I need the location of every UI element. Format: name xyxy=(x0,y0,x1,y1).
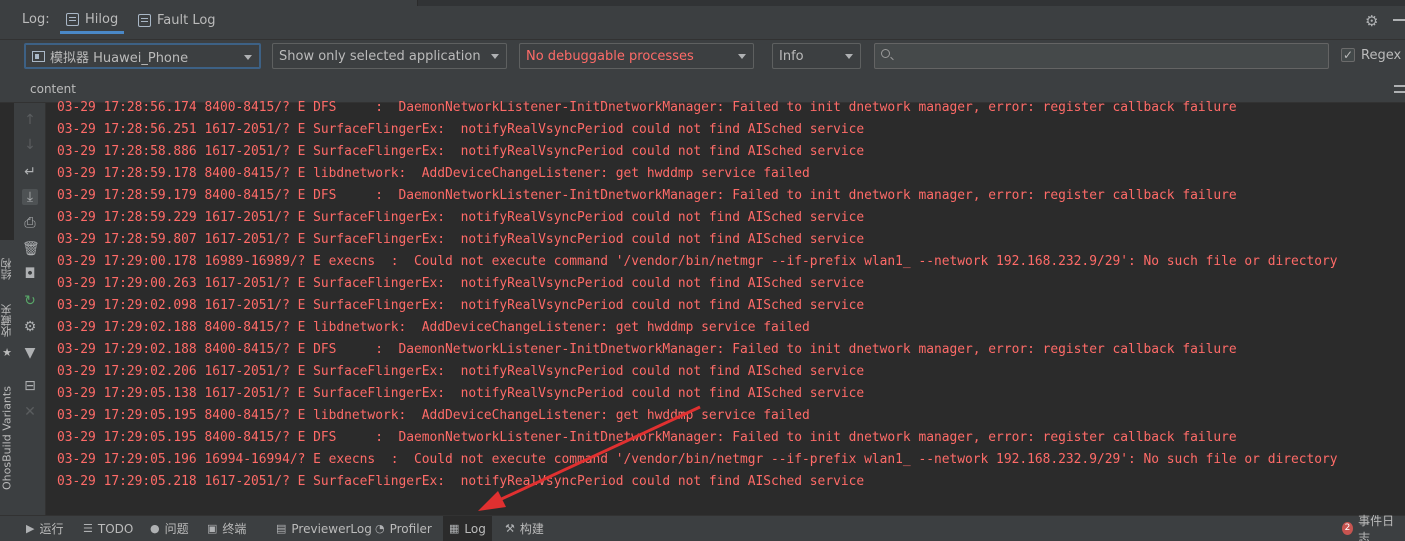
log-line: 03-29 17:29:00.178 16989-16989/? E execn… xyxy=(57,254,1338,269)
bottom-tab-label: PreviewerLog xyxy=(291,521,372,536)
bottom-tab-previewer-log[interactable]: ▤ PreviewerLog xyxy=(270,516,378,541)
log-line: 03-29 17:28:59.178 8400-8415/? E libdnet… xyxy=(57,166,810,181)
bottom-tab-problems[interactable]: ● 问题 xyxy=(144,516,195,541)
log-line: 03-29 17:29:00.263 1617-2051/? E Surface… xyxy=(57,276,865,291)
bottom-tab-label: 运行 xyxy=(39,522,64,536)
log-line: 03-29 17:28:59.179 8400-8415/? E DFS : D… xyxy=(57,188,1237,203)
log-output[interactable]: 03-29 17:28:56.174 8400-8415/? E DFS : D… xyxy=(46,97,1405,515)
app-filter-select[interactable]: Show only selected application xyxy=(272,43,507,69)
app-filter-value: Show only selected application xyxy=(279,48,481,64)
scroll-to-end-icon[interactable]: ⤓ xyxy=(22,189,38,205)
side-tab-structure[interactable]: 结构 xyxy=(0,246,14,292)
settings-icon[interactable]: ⚙ xyxy=(22,319,38,335)
log-line: 03-29 17:29:05.218 1617-2051/? E Surface… xyxy=(57,474,865,489)
log-line: 03-29 17:29:05.195 8400-8415/? E libdnet… xyxy=(57,408,810,423)
chevron-down-icon xyxy=(845,54,853,59)
trash-icon[interactable]: 🗑 xyxy=(22,241,40,257)
log-line: 03-29 17:29:02.206 1617-2051/? E Surface… xyxy=(57,364,865,379)
profiler-icon: ◔ xyxy=(375,522,385,535)
layout-toggle-icon[interactable]: ⊟ xyxy=(22,378,38,394)
device-select[interactable]: 模拟器 Huawei_Phone xyxy=(24,43,261,69)
chevron-down-icon xyxy=(244,55,252,60)
event-log-button[interactable]: 2 事件日志 xyxy=(1336,514,1405,541)
problems-icon: ● xyxy=(150,522,160,535)
log-line: 03-29 17:29:02.188 8400-8415/? E DFS : D… xyxy=(57,342,1237,357)
tab-fault-log[interactable]: Fault Log xyxy=(132,7,222,34)
bottom-tab-profiler[interactable]: ◔ Profiler xyxy=(369,516,438,541)
previewer-log-icon: ▤ xyxy=(276,522,287,535)
scroll-up-icon[interactable]: ↑ xyxy=(22,112,38,128)
regex-checkbox[interactable]: ✓ xyxy=(1341,48,1355,62)
scroll-down-icon[interactable]: ↓ xyxy=(22,137,38,153)
log-line: 03-29 17:28:58.886 1617-2051/? E Surface… xyxy=(57,144,865,159)
print-icon[interactable]: ⎙ xyxy=(22,215,38,231)
log-search-box xyxy=(874,43,1329,69)
tab-hilog[interactable]: Hilog xyxy=(60,7,125,34)
side-tab-build-variants[interactable]: OhosBuild Variants xyxy=(0,376,14,500)
bottom-tab-terminal[interactable]: ▣ 终端 xyxy=(201,516,252,541)
event-log-label: 事件日志 xyxy=(1358,513,1395,541)
bottom-tab-label: TODO xyxy=(97,521,134,536)
log-level-select[interactable]: Info xyxy=(772,43,861,69)
star-icon: ★ xyxy=(2,346,12,359)
terminal-icon: ▣ xyxy=(207,522,218,535)
chevron-down-icon xyxy=(491,54,499,59)
bottom-tab-label: 终端 xyxy=(222,522,247,536)
device-select-value: 模拟器 Huawei_Phone xyxy=(50,50,189,66)
bottom-tab-play[interactable]: ▶ 运行 xyxy=(20,516,69,541)
chevron-down-icon xyxy=(738,54,746,59)
log-label: Log: xyxy=(22,12,50,27)
log-line: 03-29 17:29:02.098 1617-2051/? E Surface… xyxy=(57,298,865,313)
restart-icon[interactable]: ↻ xyxy=(22,293,38,309)
fault-log-tab-icon xyxy=(138,14,151,27)
log-line: 03-29 17:28:59.229 1617-2051/? E Surface… xyxy=(57,210,865,225)
bottom-tab-label: 构建 xyxy=(519,522,544,536)
tab-fault-log-label: Fault Log xyxy=(157,13,216,28)
play-icon: ▶ xyxy=(26,522,35,535)
hilog-tab-icon xyxy=(66,12,79,26)
log-line: 03-29 17:28:59.807 1617-2051/? E Surface… xyxy=(57,232,865,247)
log-line: 03-29 17:29:05.195 8400-8415/? E DFS : D… xyxy=(57,430,1237,445)
log-line: 03-29 17:28:56.174 8400-8415/? E DFS : D… xyxy=(57,100,1237,115)
bottom-tab-label: Log xyxy=(464,521,486,536)
layout-icon[interactable] xyxy=(1394,85,1405,93)
camera-icon[interactable]: ◘ xyxy=(22,266,38,282)
log-icon: ▦ xyxy=(449,522,460,535)
bottom-tab-list[interactable]: ☰ TODO xyxy=(77,516,139,541)
log-line: 03-29 17:29:05.138 1617-2051/? E Surface… xyxy=(57,386,865,401)
minimize-icon[interactable] xyxy=(1393,19,1405,21)
search-icon[interactable] xyxy=(881,49,890,58)
bottom-tab-hammer[interactable]: ⚒ 构建 xyxy=(499,516,550,541)
regex-label: Regex xyxy=(1361,48,1402,63)
log-actions-toolbar: ↑ ↓ ↵ ⤓ ⎙ 🗑 ◘ ↻ ⚙ ▼ ⊟ ✕ xyxy=(14,103,46,515)
log-line: 03-29 17:28:56.251 1617-2051/? E Surface… xyxy=(57,122,865,137)
bottom-tab-log[interactable]: ▦ Log xyxy=(443,516,492,541)
hammer-icon: ⚒ xyxy=(505,522,515,535)
content-label: content xyxy=(30,82,76,96)
log-line: 03-29 17:29:02.188 8400-8415/? E libdnet… xyxy=(57,320,810,335)
gear-icon[interactable]: ⚙ xyxy=(1365,12,1378,30)
close-icon[interactable]: ✕ xyxy=(22,404,38,420)
log-tool-window-header: Log: Hilog Fault Log ⚙ xyxy=(0,0,1405,40)
process-select-value: No debuggable processes xyxy=(526,48,694,64)
list-icon: ☰ xyxy=(83,522,93,535)
filter-toolbar: 模拟器 Huawei_Phone Show only selected appl… xyxy=(0,40,1405,73)
log-level-value: Info xyxy=(779,48,804,64)
event-count-badge: 2 xyxy=(1342,522,1354,535)
filter-icon[interactable]: ▼ xyxy=(22,345,38,361)
bottom-tool-window-bar: 2 事件日志 ▶ 运行 ☰ TODO ● 问题 ▣ 终端 ▤ PreviewerLog ◔ Profi… xyxy=(0,514,1405,541)
top-strip-left xyxy=(0,0,418,6)
search-input[interactable] xyxy=(901,46,1321,66)
tab-hilog-label: Hilog xyxy=(85,11,119,27)
emulator-icon xyxy=(32,50,45,62)
soft-wrap-icon[interactable]: ↵ xyxy=(22,164,38,180)
process-select[interactable]: No debuggable processes xyxy=(519,43,754,69)
bottom-tab-label: 问题 xyxy=(164,522,189,536)
bottom-tab-label: Profiler xyxy=(389,521,432,536)
log-line: 03-29 17:29:05.196 16994-16994/? E execn… xyxy=(57,452,1338,467)
side-tab-favorites[interactable]: 收藏夹 xyxy=(0,300,14,342)
